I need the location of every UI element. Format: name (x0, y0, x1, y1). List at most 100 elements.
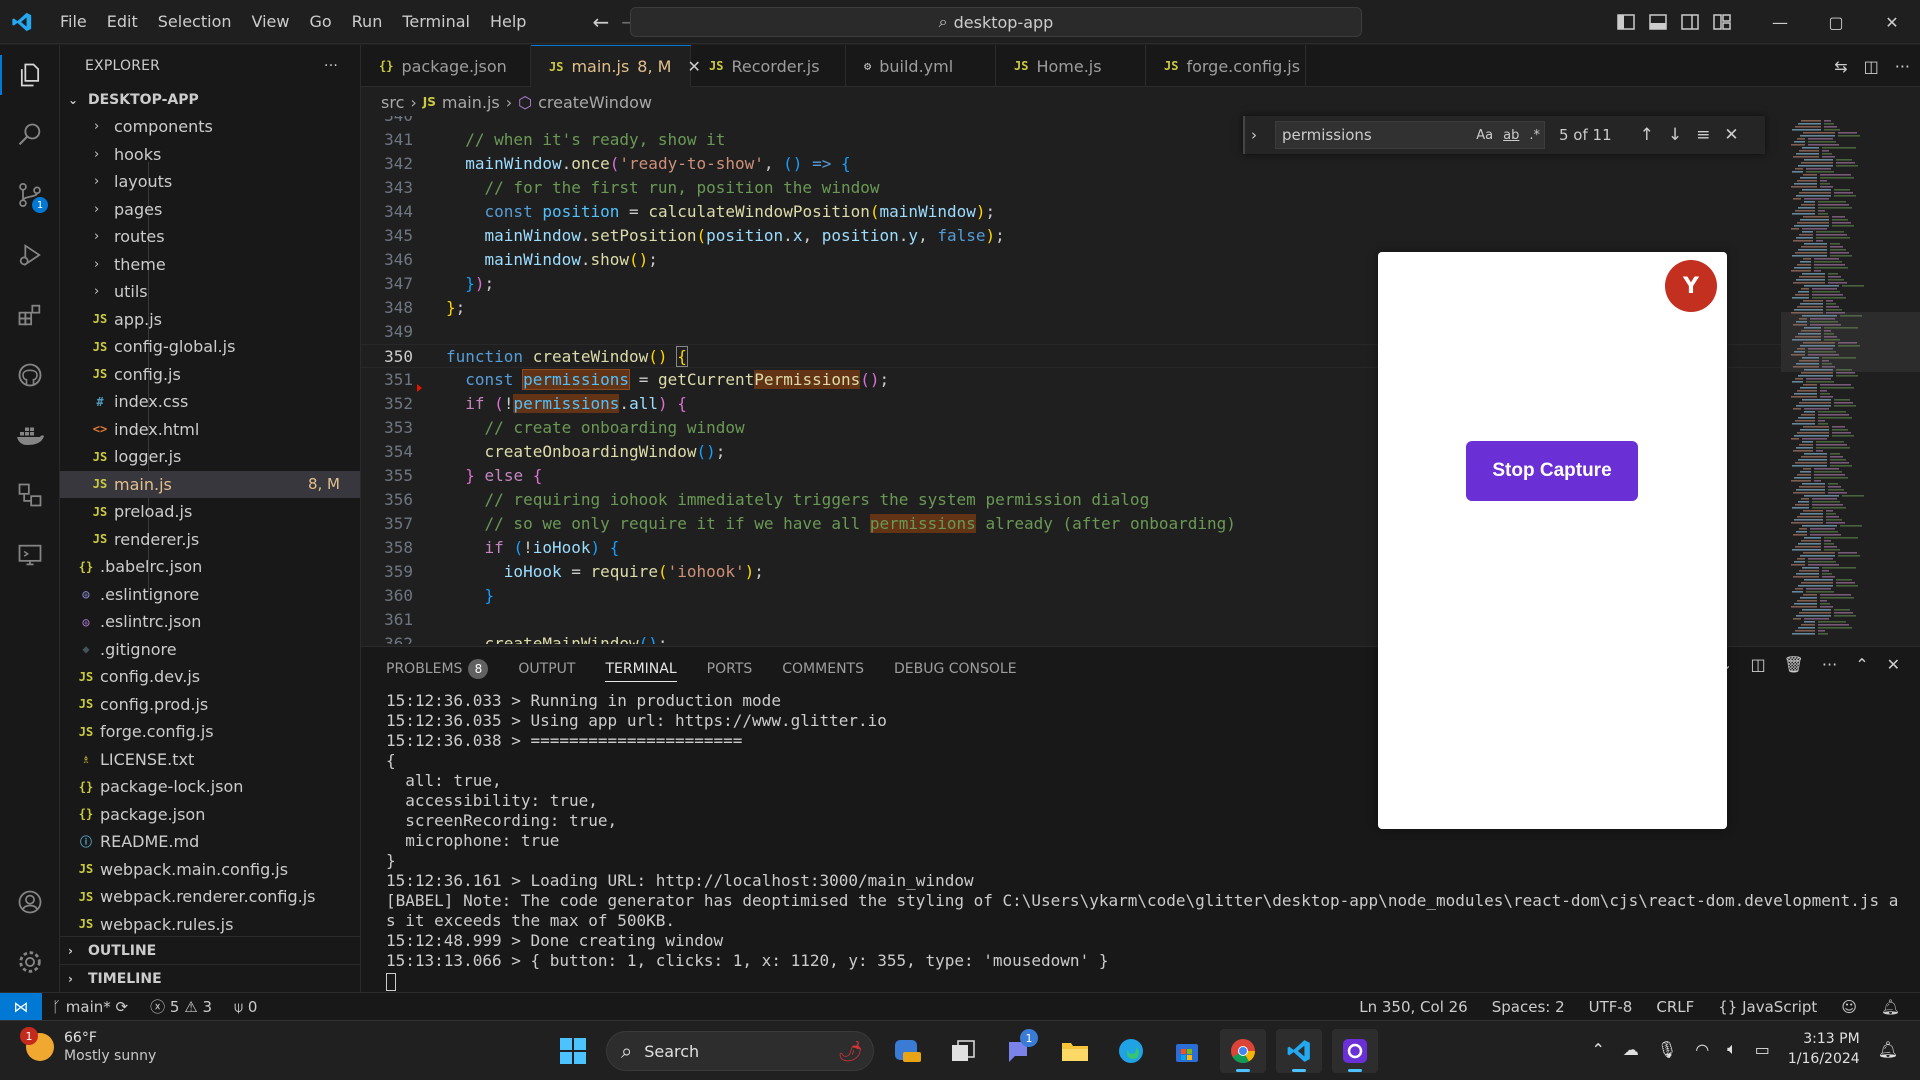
file-item[interactable]: ◎ .eslintignore (60, 581, 360, 609)
remote-monitor-icon[interactable] (0, 525, 60, 585)
file-item[interactable]: JS config.prod.js (60, 691, 360, 719)
folder-item[interactable]: › hooks (60, 141, 360, 169)
file-item[interactable]: ◎ .eslintrc.json (60, 608, 360, 636)
battery-icon[interactable]: ▭ (1755, 1040, 1770, 1059)
file-item[interactable]: ♗ LICENSE.txt (60, 746, 360, 774)
tab-terminal[interactable]: TERMINAL (605, 661, 677, 682)
split-editor-icon[interactable]: ◫ (1864, 57, 1879, 76)
onedrive-cloud-icon[interactable]: ☁ (1623, 1040, 1639, 1059)
remote-explorer-icon[interactable] (0, 465, 60, 525)
tab-main-js[interactable]: JS main.js 8, M ✕ (531, 45, 701, 87)
customize-layout-icon[interactable] (1706, 0, 1738, 44)
stop-capture-button[interactable]: Stop Capture (1466, 441, 1638, 501)
chrome-icon[interactable] (1220, 1029, 1266, 1073)
chevron-up-icon[interactable]: ⌃ (1591, 1040, 1604, 1059)
explorer-icon[interactable] (0, 45, 60, 105)
weather-widget[interactable]: 1 66°F Mostly sunny (20, 1027, 156, 1065)
run-debug-icon[interactable] (0, 225, 60, 285)
extensions-icon[interactable] (0, 285, 60, 345)
minimap[interactable] (1781, 116, 1920, 644)
glitter-app-icon[interactable] (1332, 1029, 1378, 1073)
branch-status[interactable]: ᚴ main* ⟳ (52, 998, 128, 1016)
tab-package-json[interactable]: {} package.json (361, 45, 531, 87)
find-input[interactable]: permissions Aa ab .* (1275, 121, 1545, 149)
avatar[interactable]: Y (1665, 260, 1717, 312)
folder-item[interactable]: › components (60, 113, 360, 141)
copilot-icon[interactable]: ☺ (1841, 998, 1857, 1016)
encoding[interactable]: UTF-8 (1589, 998, 1633, 1016)
folder-item[interactable]: › routes (60, 223, 360, 251)
file-item[interactable]: {} package-lock.json (60, 773, 360, 801)
docker-icon[interactable] (0, 405, 60, 465)
minimize-icon[interactable]: — (1752, 0, 1808, 44)
close-find-icon[interactable]: ✕ (1724, 125, 1738, 145)
menu-terminal[interactable]: Terminal (392, 0, 480, 44)
trash-icon[interactable]: 🗑 (1784, 655, 1804, 674)
wifi-icon[interactable]: ◠ (1695, 1040, 1709, 1059)
regex-toggle[interactable]: .* (1529, 128, 1540, 143)
taskbar-search[interactable]: ⌕ Search 🌶 (606, 1031, 874, 1071)
maximize-panel-icon[interactable]: ⌃ (1855, 655, 1868, 674)
match-word-toggle[interactable]: ab (1503, 128, 1519, 143)
folder-item[interactable]: › pages (60, 196, 360, 224)
menu-go[interactable]: Go (299, 0, 341, 44)
file-item[interactable]: ⓘ README.md (60, 828, 360, 856)
file-item[interactable]: JS config-global.js (60, 333, 360, 361)
file-item[interactable]: JS app.js (60, 306, 360, 334)
toggle-panel-icon[interactable] (1642, 0, 1674, 44)
file-item[interactable]: JS preload.js (60, 498, 360, 526)
problems-status[interactable]: ⓧ 5 ⚠ 3 (150, 996, 212, 1017)
menu-edit[interactable]: Edit (97, 0, 148, 44)
tab-debug-console[interactable]: DEBUG CONSOLE (894, 661, 1017, 677)
indentation[interactable]: Spaces: 2 (1492, 998, 1565, 1016)
toggle-secondary-sidebar-icon[interactable] (1674, 0, 1706, 44)
tab-output[interactable]: OUTPUT (518, 661, 575, 677)
file-item[interactable]: JS webpack.rules.js (60, 911, 360, 939)
tab-comments[interactable]: COMMENTS (782, 661, 864, 677)
file-item[interactable]: ◆ .gitignore (60, 636, 360, 664)
folder-item[interactable]: › layouts (60, 168, 360, 196)
copilot-pre-icon[interactable] (884, 1029, 930, 1073)
file-item[interactable]: JS main.js 8, M (60, 470, 360, 498)
file-explorer-icon[interactable] (1052, 1029, 1098, 1073)
more-actions-icon[interactable]: ··· (1822, 655, 1837, 674)
split-terminal-icon[interactable]: ◫ (1750, 655, 1765, 674)
folder-item[interactable]: › utils (60, 278, 360, 306)
file-item[interactable]: {} .babelrc.json (60, 553, 360, 581)
close-window-icon[interactable]: ✕ (1864, 0, 1920, 44)
file-item[interactable]: JS webpack.renderer.config.js (60, 883, 360, 911)
tab-recorder-js[interactable]: JS Recorder.js (691, 45, 846, 87)
microphone-icon[interactable]: 🎙︎ (1657, 1040, 1677, 1059)
file-item[interactable]: <> index.html (60, 416, 360, 444)
end-of-line[interactable]: CRLF (1656, 998, 1694, 1016)
tab-ports[interactable]: PORTS (707, 661, 753, 677)
breadcrumb-folder[interactable]: src (381, 93, 404, 112)
next-match-icon[interactable]: ↓ (1668, 125, 1682, 145)
file-item[interactable]: JS renderer.js (60, 526, 360, 554)
toggle-sidebar-icon[interactable] (1610, 0, 1642, 44)
ports-status[interactable]: ⍦ 0 (234, 998, 257, 1016)
close-panel-icon[interactable]: ✕ (1887, 655, 1900, 674)
file-item[interactable]: JS forge.config.js (60, 718, 360, 746)
outline-section[interactable]: › OUTLINE (60, 936, 361, 964)
clock[interactable]: 3:13 PM 1/16/2024 (1788, 1029, 1860, 1069)
back-arrow-icon[interactable]: ← (592, 10, 609, 34)
tab-problems[interactable]: PROBLEMS 8 (386, 659, 489, 679)
maximize-icon[interactable]: ▢ (1808, 0, 1864, 44)
menu-file[interactable]: File (50, 0, 97, 44)
tab-home-js[interactable]: JS Home.js (996, 45, 1146, 87)
project-section[interactable]: ⌄ DESKTOP-APP (60, 87, 360, 113)
find-in-selection-icon[interactable]: ≡ (1696, 125, 1710, 145)
file-item[interactable]: JS config.js (60, 361, 360, 389)
file-item[interactable]: JS webpack.main.config.js (60, 856, 360, 884)
windows-start-icon[interactable] (550, 1029, 596, 1073)
menu-view[interactable]: View (242, 0, 300, 44)
file-item[interactable]: JS logger.js (60, 443, 360, 471)
source-control-icon[interactable]: 1 (0, 165, 60, 225)
cursor-position[interactable]: Ln 350, Col 26 (1359, 998, 1467, 1016)
language-mode[interactable]: {} JavaScript (1718, 998, 1817, 1016)
volume-icon[interactable]: 🔈︎ (1727, 1039, 1737, 1059)
file-item[interactable]: # index.css (60, 388, 360, 416)
task-view-icon[interactable] (940, 1029, 986, 1073)
folder-item[interactable]: › theme (60, 251, 360, 279)
